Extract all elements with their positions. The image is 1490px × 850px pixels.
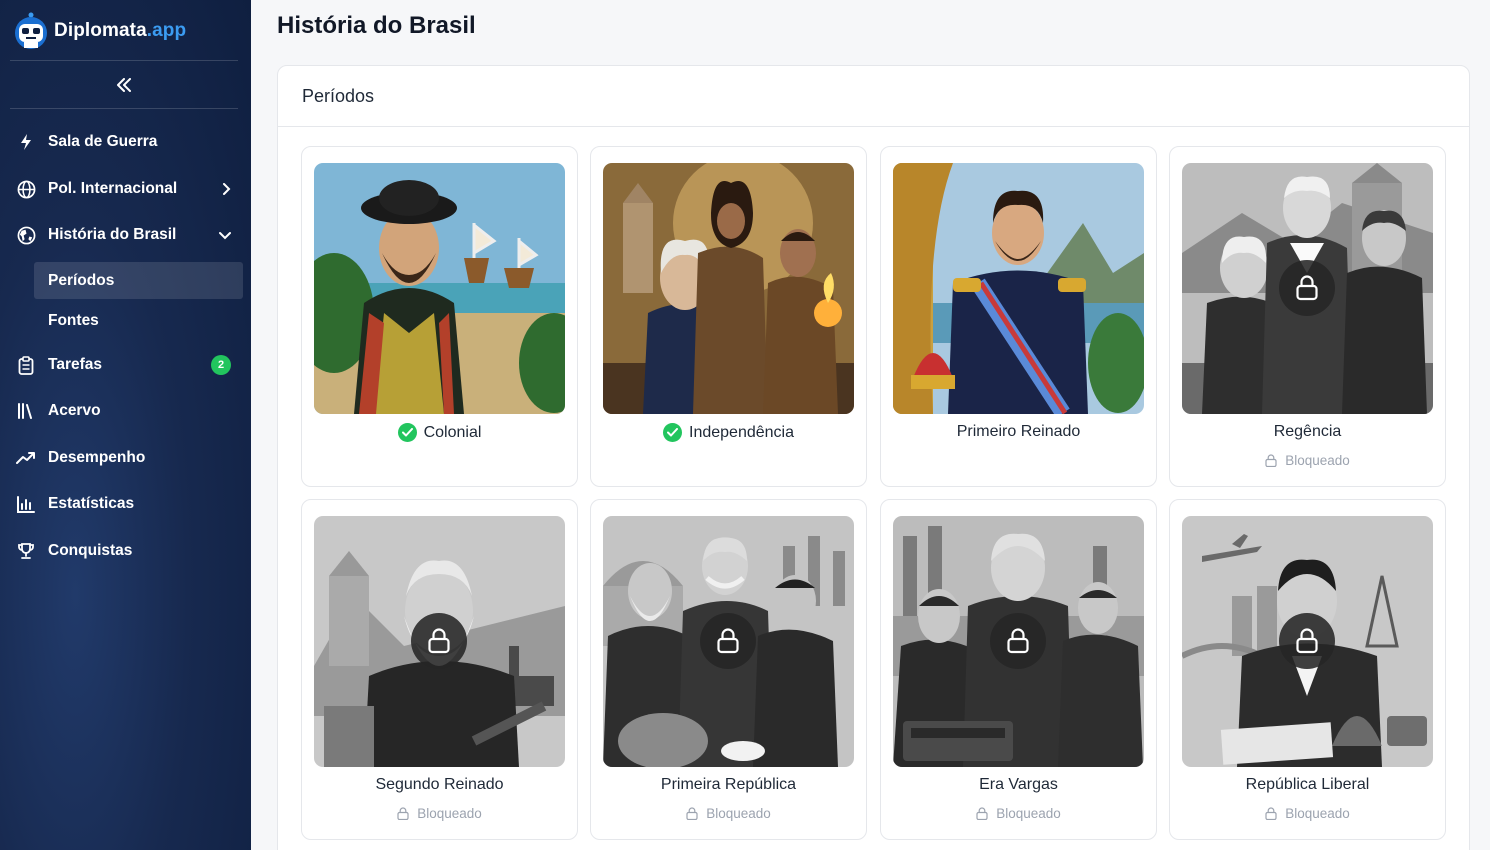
- period-card-primeiro-reinado[interactable]: Primeiro Reinado: [880, 146, 1157, 487]
- panel-title: Períodos: [278, 66, 1469, 127]
- sidebar-item-pol-internacional[interactable]: Pol. Internacional: [10, 171, 243, 207]
- double-chevron-left-icon: [117, 78, 131, 92]
- period-status: Bloqueado: [1170, 453, 1445, 468]
- tasks-count-badge: 2: [211, 355, 231, 375]
- period-title: Primeiro Reinado: [881, 423, 1156, 441]
- lock-icon: [990, 613, 1046, 669]
- globe-icon: [16, 179, 36, 199]
- period-card-colonial[interactable]: Colonial: [301, 146, 578, 487]
- period-title-text: República Liberal: [1245, 776, 1370, 793]
- sidebar-item-sala-de-guerra[interactable]: Sala de Guerra: [10, 124, 243, 160]
- brand[interactable]: Diplomata.app: [12, 8, 186, 54]
- lock-small-icon: [976, 807, 992, 820]
- period-status-text: Bloqueado: [1285, 453, 1350, 468]
- period-status-text: Bloqueado: [996, 806, 1061, 821]
- period-card-segundo-reinado[interactable]: Segundo Reinado Bloqueado: [301, 499, 578, 840]
- sidebar-item-estatisticas[interactable]: Estatísticas: [10, 486, 243, 522]
- brand-name: Diplomata.app: [54, 20, 187, 41]
- period-image: [603, 163, 854, 414]
- period-image: [314, 163, 565, 414]
- period-title-text: Era Vargas: [979, 776, 1058, 793]
- lock-icon: [411, 613, 467, 669]
- period-status-text: Bloqueado: [417, 806, 482, 821]
- lock-icon: [1279, 613, 1335, 669]
- period-card-independencia[interactable]: Independência: [590, 146, 867, 487]
- period-title: Era Vargas: [881, 776, 1156, 794]
- period-title: Segundo Reinado: [302, 776, 577, 794]
- period-card-primeira-republica[interactable]: Primeira República Bloqueado: [590, 499, 867, 840]
- sidebar-item-acervo[interactable]: Acervo: [10, 393, 243, 429]
- period-title: Primeira República: [591, 776, 866, 794]
- period-status-text: Bloqueado: [706, 806, 771, 821]
- chevron-down-icon: [219, 230, 231, 240]
- period-title: Colonial: [302, 423, 577, 442]
- check-circle-icon: [397, 423, 417, 442]
- lock-small-icon: [1265, 807, 1281, 820]
- lock-small-icon: [686, 807, 702, 820]
- period-title-text: Regência: [1273, 423, 1342, 440]
- sidebar-subitem-periodos[interactable]: Períodos: [34, 262, 243, 299]
- chevron-right-icon: [221, 183, 231, 195]
- sidebar-item-desempenho[interactable]: Desempenho: [10, 440, 243, 476]
- period-title-text: Primeiro Reinado: [956, 423, 1081, 440]
- period-title-text: Primeira República: [660, 776, 797, 793]
- lock-icon: [700, 613, 756, 669]
- clipboard-icon: [16, 355, 36, 375]
- trending-up-icon: [16, 448, 36, 468]
- check-circle-icon: [663, 423, 682, 442]
- period-status-text: Bloqueado: [1285, 806, 1350, 821]
- sidebar-item-conquistas[interactable]: Conquistas: [10, 533, 243, 569]
- period-title-text: Colonial: [423, 423, 482, 441]
- robot-logo-icon: [12, 11, 50, 51]
- lock-icon: [1279, 260, 1335, 316]
- period-card-republica-liberal[interactable]: República Liberal Bloqueado: [1169, 499, 1446, 840]
- period-status: Bloqueado: [302, 806, 577, 821]
- bolt-icon: [16, 132, 36, 152]
- page-title: História do Brasil: [277, 12, 476, 39]
- sidebar-subitem-fontes[interactable]: Fontes: [34, 302, 243, 339]
- divider: [10, 60, 238, 61]
- globe-americas-icon: [16, 225, 36, 245]
- lock-small-icon: [1265, 454, 1281, 467]
- period-image: [893, 163, 1144, 414]
- sidebar: Diplomata.app Sala de Guerra Pol. Intern…: [0, 0, 251, 850]
- period-title-text: Independência: [689, 423, 794, 441]
- period-status: Bloqueado: [591, 806, 866, 821]
- sidebar-item-tarefas[interactable]: Tarefas 2: [10, 347, 243, 383]
- period-status: Bloqueado: [881, 806, 1156, 821]
- trophy-icon: [16, 541, 36, 561]
- library-icon: [16, 401, 36, 421]
- lock-small-icon: [397, 807, 413, 820]
- period-card-regencia[interactable]: Regência Bloqueado: [1169, 146, 1446, 487]
- divider: [10, 108, 238, 109]
- period-title: Independência: [591, 423, 866, 442]
- collapse-sidebar-button[interactable]: [104, 72, 144, 98]
- period-title: Regência: [1170, 423, 1445, 441]
- period-title: República Liberal: [1170, 776, 1445, 794]
- period-title-text: Segundo Reinado: [375, 776, 504, 793]
- period-status: Bloqueado: [1170, 806, 1445, 821]
- bar-chart-icon: [16, 494, 36, 514]
- period-card-era-vargas[interactable]: Era Vargas Bloqueado: [880, 499, 1157, 840]
- sidebar-item-historia-do-brasil[interactable]: História do Brasil: [10, 217, 243, 253]
